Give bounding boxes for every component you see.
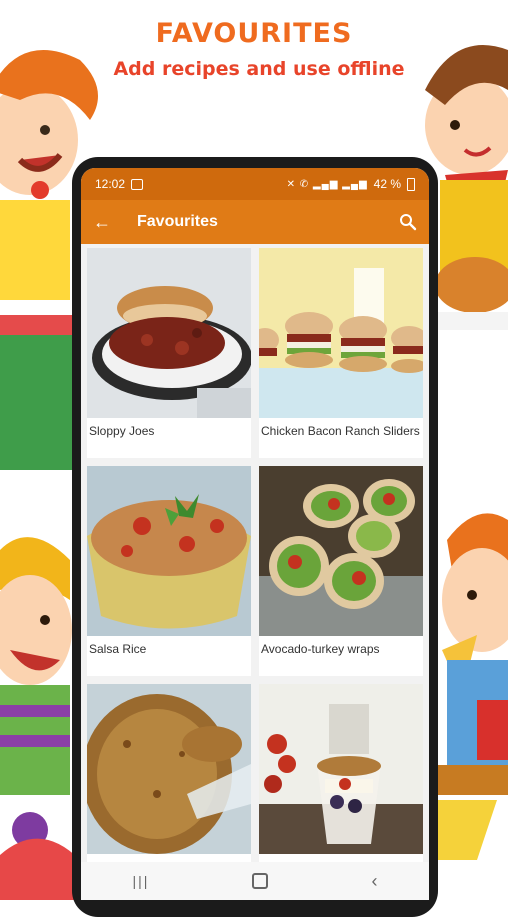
- back-icon[interactable]: ‹: [371, 871, 377, 892]
- signal-icons: ✕ ✆ ▂▄▆ ▂▄▆: [286, 178, 368, 190]
- app-bar: ← Favourites: [81, 200, 429, 244]
- recipe-image: [87, 248, 251, 418]
- recipe-card-chicken-bacon-ranch-sliders[interactable]: Chicken Bacon Ranch Sliders: [259, 248, 423, 458]
- battery-icon: [407, 177, 415, 191]
- notification-icon: [131, 178, 144, 190]
- app-screen: 12:02 ✕ ✆ ▂▄▆ ▂▄▆ 42 % ← Favourites Slop…: [81, 168, 429, 900]
- recipe-card-sloppy-joes[interactable]: Sloppy Joes: [87, 248, 251, 458]
- recipe-card-salsa-rice[interactable]: Salsa Rice: [87, 466, 251, 676]
- back-arrow-icon[interactable]: ←: [93, 213, 111, 231]
- system-nav-bar: ||| ‹: [81, 862, 429, 900]
- recipe-title: Sloppy Joes: [89, 424, 155, 438]
- cartoon-kid-pizza-icon: [437, 513, 508, 860]
- promo-title: FAVOURITES: [155, 18, 353, 49]
- recipe-grid: Sloppy Joes Chicken Bacon Ranch Sliders …: [81, 248, 429, 894]
- promo-subtitle: Add recipes and use offline: [113, 58, 405, 80]
- recipe-image: [259, 684, 423, 854]
- recipe-image: [87, 684, 251, 854]
- home-icon[interactable]: [252, 873, 269, 889]
- recipe-image: [259, 466, 423, 636]
- cartoon-kid-fruit-icon: [0, 537, 80, 900]
- status-time: 12:02: [95, 177, 126, 191]
- search-icon[interactable]: [399, 213, 417, 231]
- recipe-title: Chicken Bacon Ranch Sliders: [261, 424, 420, 438]
- recipe-image: [259, 248, 423, 418]
- battery-level: 42 %: [373, 177, 401, 191]
- recipe-title: Avocado-turkey wraps: [261, 642, 380, 656]
- status-bar: 12:02 ✕ ✆ ▂▄▆ ▂▄▆ 42 %: [81, 168, 429, 200]
- recipe-title: Salsa Rice: [89, 642, 147, 656]
- recipe-image: [87, 466, 251, 636]
- recents-icon[interactable]: |||: [133, 873, 150, 889]
- page-title: Favourites: [137, 213, 218, 230]
- recipe-card-avocado-turkey-wraps[interactable]: Avocado-turkey wraps: [259, 466, 423, 676]
